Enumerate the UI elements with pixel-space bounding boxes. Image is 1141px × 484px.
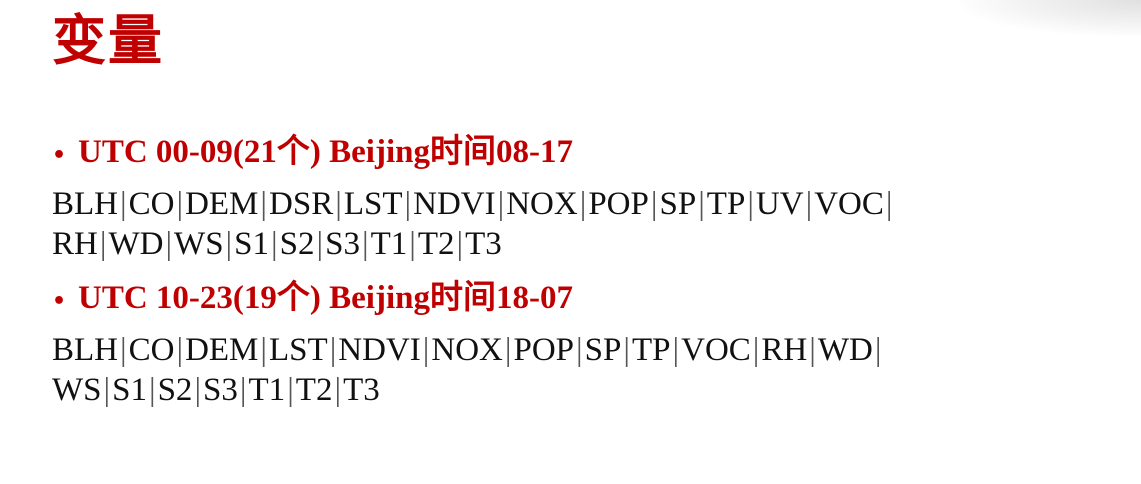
section-heading: • UTC 00-09(21个) Beijing时间08-17: [52, 130, 1132, 178]
separator: |: [335, 186, 342, 222]
separator: |: [576, 332, 583, 368]
variable-name: BLH: [52, 332, 118, 368]
variable-name: T3: [343, 372, 380, 408]
variable-name: TP: [706, 186, 746, 222]
variable-name: POP: [513, 332, 575, 368]
variable-name: SP: [584, 332, 622, 368]
separator: |: [316, 226, 324, 262]
variable-line: RH|WD|WS|S1|S2|S3|T1|T2|T3: [52, 224, 1132, 264]
variable-name: NDVI: [338, 332, 421, 368]
separator: |: [752, 332, 760, 368]
variable-line: WS|S1|S2|S3|T1|T2|T3: [52, 370, 1132, 410]
variable-name: S2: [279, 226, 315, 262]
separator: |: [404, 186, 412, 222]
section-heading: • UTC 10-23(19个) Beijing时间18-07: [52, 276, 1132, 324]
variable-name: LST: [343, 186, 403, 222]
separator: |: [422, 332, 430, 368]
content-area: • UTC 00-09(21个) Beijing时间08-17 BLH|CO|D…: [52, 130, 1132, 422]
variable-list: BLH|CO|DEM|LST|NDVI|NOX|POP|SP|TP|VOC|RH…: [52, 330, 1132, 410]
separator: |: [698, 186, 705, 222]
variable-name: CO: [128, 332, 175, 368]
separator: |: [874, 332, 882, 368]
separator: |: [176, 186, 184, 222]
variable-name: T1: [248, 372, 286, 408]
separator: |: [194, 372, 202, 408]
bullet-icon: •: [52, 289, 67, 314]
variable-name: VOC: [814, 186, 884, 222]
separator: |: [148, 372, 156, 408]
section-utc-00-09: • UTC 00-09(21个) Beijing时间08-17 BLH|CO|D…: [52, 130, 1132, 264]
variable-name: DEM: [185, 332, 259, 368]
separator: |: [361, 226, 369, 262]
section-heading-text: UTC 00-09(21个) Beijing时间08-17: [78, 134, 573, 170]
variable-line: BLH|CO|DEM|LST|NDVI|NOX|POP|SP|TP|VOC|RH…: [52, 330, 1132, 370]
variable-name: T2: [417, 226, 455, 262]
variable-name: RH: [761, 332, 808, 368]
variable-name: TP: [631, 332, 671, 368]
corner-shadow: [961, 0, 1141, 36]
variable-name: DSR: [269, 186, 334, 222]
variable-name: S1: [112, 372, 147, 408]
separator: |: [805, 186, 813, 222]
separator: |: [260, 332, 268, 368]
variable-name: NOX: [431, 332, 503, 368]
separator: |: [329, 332, 337, 368]
section-heading-text: UTC 10-23(19个) Beijing时间18-07: [78, 280, 573, 316]
variable-list: BLH|CO|DEM|DSR|LST|NDVI|NOX|POP|SP|TP|UV…: [52, 184, 1132, 264]
section-utc-10-23: • UTC 10-23(19个) Beijing时间18-07 BLH|CO|D…: [52, 276, 1132, 410]
separator: |: [225, 226, 233, 262]
variable-name: S3: [325, 226, 360, 262]
separator: |: [239, 372, 247, 408]
separator: |: [165, 226, 173, 262]
separator: |: [885, 186, 893, 222]
separator: |: [409, 226, 416, 262]
separator: |: [271, 226, 278, 262]
separator: |: [103, 372, 111, 408]
separator: |: [809, 332, 816, 368]
slide-title: 变量: [52, 9, 164, 72]
separator: |: [672, 332, 680, 368]
variable-name: S1: [234, 226, 270, 262]
separator: |: [747, 186, 754, 222]
separator: |: [497, 186, 505, 222]
separator: |: [176, 332, 184, 368]
variable-name: NOX: [506, 186, 578, 222]
separator: |: [99, 226, 107, 262]
separator: |: [287, 372, 294, 408]
variable-name: WD: [108, 226, 164, 262]
separator: |: [623, 332, 630, 368]
variable-name: NDVI: [413, 186, 496, 222]
variable-name: POP: [588, 186, 649, 222]
bullet-icon: •: [52, 143, 67, 168]
separator: |: [579, 186, 587, 222]
variable-name: LST: [269, 332, 328, 368]
variable-name: RH: [52, 226, 98, 262]
variable-name: UV: [755, 186, 804, 222]
variable-name: SP: [659, 186, 697, 222]
separator: |: [260, 186, 268, 222]
variable-name: T3: [465, 226, 502, 262]
variable-line: BLH|CO|DEM|DSR|LST|NDVI|NOX|POP|SP|TP|UV…: [52, 184, 1132, 224]
variable-name: VOC: [681, 332, 751, 368]
separator: |: [120, 332, 127, 368]
variable-name: T1: [370, 226, 408, 262]
variable-name: WS: [52, 372, 102, 408]
variable-name: T2: [295, 372, 333, 408]
variable-name: WD: [817, 332, 873, 368]
variable-name: WS: [174, 226, 224, 262]
variable-name: CO: [128, 186, 175, 222]
separator: |: [650, 186, 658, 222]
variable-name: S3: [203, 372, 238, 408]
separator: |: [334, 372, 342, 408]
variable-name: BLH: [52, 186, 118, 222]
separator: |: [504, 332, 512, 368]
variable-name: S2: [157, 372, 193, 408]
variable-name: DEM: [185, 186, 259, 222]
separator: |: [456, 226, 464, 262]
separator: |: [120, 186, 127, 222]
